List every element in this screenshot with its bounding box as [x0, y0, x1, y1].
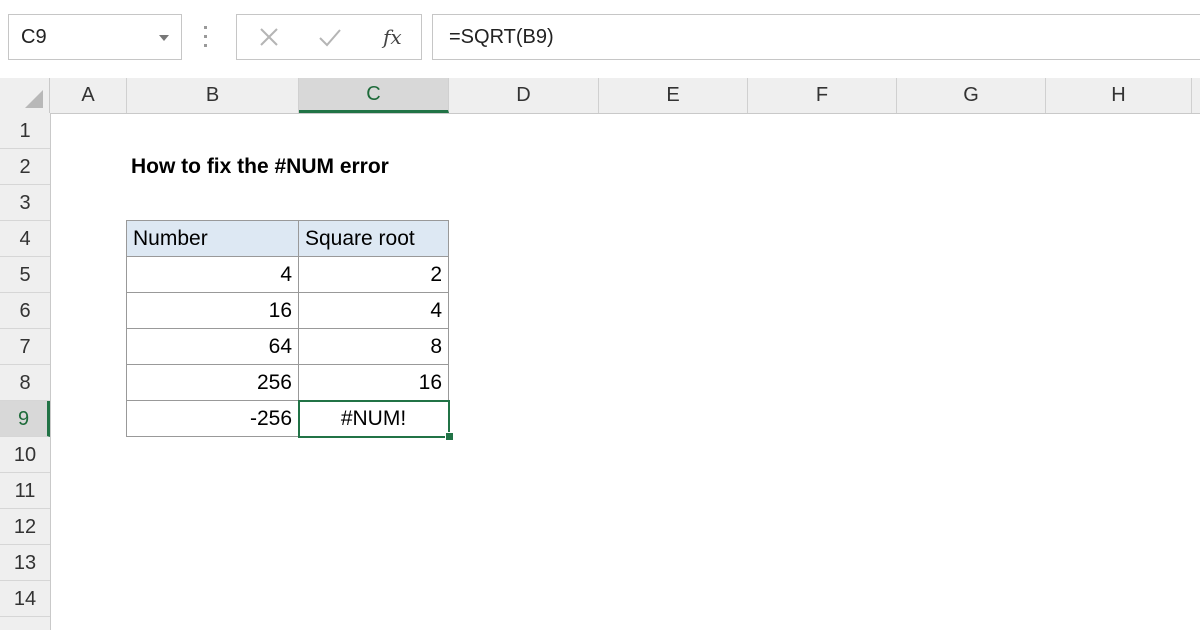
table-cell-square-root[interactable]: 8 — [299, 329, 449, 365]
table-cell-square-root[interactable]: 4 — [299, 293, 449, 329]
worksheet[interactable]: How to fix the #NUM error Number Square … — [51, 113, 1200, 630]
check-icon — [319, 29, 341, 47]
column-header-b[interactable]: B — [127, 78, 299, 113]
column-header-h[interactable]: H — [1046, 78, 1192, 113]
name-box-value: C9 — [21, 26, 47, 48]
column-header-e[interactable]: E — [599, 78, 748, 113]
table-cell-square-root[interactable]: 2 — [299, 257, 449, 293]
formula-text: =SQRT(B9) — [449, 26, 554, 48]
formula-buttons: fx — [236, 14, 422, 60]
row-header-3[interactable]: 3 — [0, 185, 50, 221]
table-cell-square-root[interactable]: 16 — [299, 365, 449, 401]
row-header-2[interactable]: 2 — [0, 149, 50, 185]
row-header-13[interactable]: 13 — [0, 545, 50, 581]
table-cell-number[interactable]: 256 — [127, 365, 299, 401]
cancel-button[interactable] — [241, 15, 297, 59]
row-headers: 1 2 3 4 5 6 7 8 9 10 11 12 13 14 — [0, 113, 51, 630]
table-cell-number[interactable]: 4 — [127, 257, 299, 293]
column-header-c[interactable]: C — [299, 78, 449, 113]
fx-icon: fx — [383, 25, 402, 49]
row-header-10[interactable]: 10 — [0, 437, 50, 473]
table-cell-number[interactable]: -256 — [127, 401, 299, 437]
row-header-8[interactable]: 8 — [0, 365, 50, 401]
insert-function-button[interactable]: fx — [361, 15, 417, 59]
row-header-9[interactable]: 9 — [0, 401, 50, 437]
row-header-6[interactable]: 6 — [0, 293, 50, 329]
close-icon — [260, 28, 278, 46]
column-header-g[interactable]: G — [897, 78, 1046, 113]
drag-handle-icon[interactable] — [204, 26, 208, 48]
column-header-d[interactable]: D — [449, 78, 599, 113]
row-header-4[interactable]: 4 — [0, 221, 50, 257]
table-header-square-root[interactable]: Square root — [299, 221, 449, 257]
table-cell-number[interactable]: 16 — [127, 293, 299, 329]
column-headers: A B C D E F G H — [0, 78, 1200, 114]
row-header-12[interactable]: 12 — [0, 509, 50, 545]
formula-input[interactable]: =SQRT(B9) — [432, 14, 1200, 60]
formula-bar: C9 fx =SQRT(B9) — [0, 0, 1200, 79]
select-all-icon — [25, 90, 43, 108]
active-cell-selection — [298, 400, 450, 438]
fill-handle[interactable] — [445, 432, 454, 441]
name-box[interactable]: C9 — [8, 14, 182, 60]
row-header-14[interactable]: 14 — [0, 581, 50, 617]
enter-button[interactable] — [301, 15, 357, 59]
row-header-1[interactable]: 1 — [0, 113, 50, 149]
table-cell-number[interactable]: 64 — [127, 329, 299, 365]
table-header-number[interactable]: Number — [127, 221, 299, 257]
column-header-f[interactable]: F — [748, 78, 897, 113]
column-header-a[interactable]: A — [50, 78, 127, 113]
row-header-11[interactable]: 11 — [0, 473, 50, 509]
row-header-7[interactable]: 7 — [0, 329, 50, 365]
title-cell[interactable]: How to fix the #NUM error — [127, 149, 527, 185]
chevron-down-icon[interactable] — [159, 35, 169, 41]
row-header-5[interactable]: 5 — [0, 257, 50, 293]
select-all-button[interactable] — [0, 78, 50, 113]
